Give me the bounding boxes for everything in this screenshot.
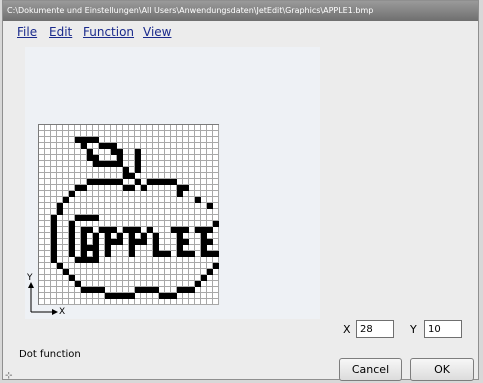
- menu-function[interactable]: Function: [83, 25, 134, 39]
- resize-grip-icon[interactable]: ⊹: [5, 371, 13, 381]
- ok-button[interactable]: OK: [410, 358, 474, 381]
- pixel-cell[interactable]: [213, 299, 219, 305]
- menu-view[interactable]: View: [143, 25, 171, 39]
- y-coordinate-field[interactable]: [424, 320, 462, 338]
- window-title: C:\Dokumente und Einstellungen\All Users…: [3, 1, 478, 21]
- menu-file[interactable]: File: [17, 25, 37, 39]
- x-axis-label: X: [59, 307, 66, 317]
- drawing-canvas[interactable]: Y X: [25, 47, 320, 319]
- menu-bar: File Edit Function View: [3, 23, 478, 43]
- x-coordinate-label: X: [343, 323, 351, 336]
- cancel-button[interactable]: Cancel: [339, 358, 402, 381]
- menu-edit[interactable]: Edit: [49, 25, 72, 39]
- axis-indicator: [28, 282, 58, 315]
- y-axis-label: Y: [27, 273, 33, 283]
- x-coordinate-field[interactable]: [356, 320, 394, 338]
- y-coordinate-label: Y: [410, 323, 417, 336]
- main-window: C:\Dokumente und Einstellungen\All Users…: [2, 0, 479, 381]
- status-text: Dot function: [19, 349, 81, 360]
- x-axis-arrow-icon: [52, 309, 58, 315]
